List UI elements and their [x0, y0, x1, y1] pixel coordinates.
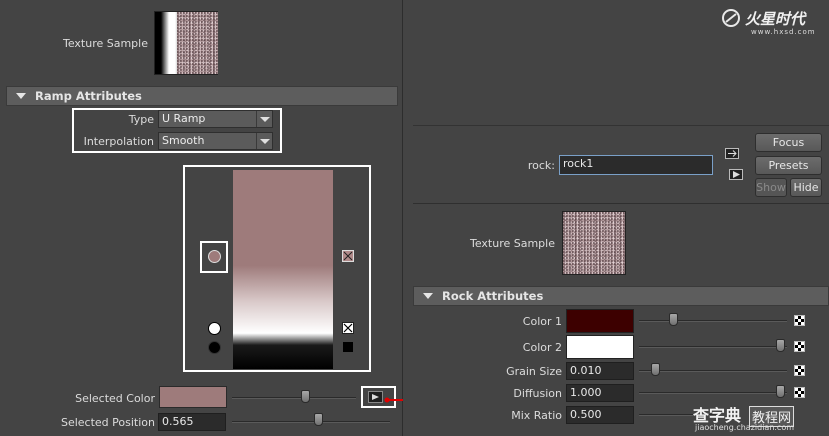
diffusion-field[interactable]: 1.000: [566, 384, 634, 402]
hxsd-logo-icon: [722, 9, 740, 27]
diffusion-map-checker-icon[interactable]: [794, 387, 805, 398]
output-connection-icon[interactable]: [729, 169, 743, 180]
ramp-attributes-header[interactable]: Ramp Attributes: [6, 86, 398, 106]
type-dropdown-value: U Ramp: [162, 112, 206, 125]
header-separator: [413, 203, 829, 204]
watermark-site: www.hxsd.com: [751, 28, 816, 36]
diffusion-slider-track[interactable]: [639, 392, 787, 394]
grain-size-slider-thumb[interactable]: [651, 363, 660, 376]
color1-swatch[interactable]: [566, 309, 634, 333]
color1-slider-track[interactable]: [639, 320, 787, 322]
node-name-field[interactable]: rock1: [559, 155, 713, 175]
watermark-brand: 火星时代: [745, 10, 806, 28]
interpolation-dropdown[interactable]: Smooth: [158, 132, 273, 150]
grain-size-slider-track[interactable]: [639, 370, 787, 372]
grain-size-field[interactable]: 0.010: [566, 362, 634, 380]
texture-sample-swatch[interactable]: [154, 11, 218, 75]
selected-position-field[interactable]: 0.565: [158, 413, 226, 431]
color2-map-checker-icon[interactable]: [794, 341, 805, 352]
ramp-attributes-title: Ramp Attributes: [35, 89, 142, 103]
diffusion-label: Diffusion: [513, 387, 562, 400]
delete-handle-icon[interactable]: [342, 250, 354, 262]
selected-position-slider-thumb[interactable]: [314, 413, 323, 426]
presets-button[interactable]: Presets: [755, 156, 822, 175]
ramp-handle-white[interactable]: [208, 322, 221, 335]
selected-position-label: Selected Position: [60, 416, 155, 429]
show-button[interactable]: Show: [755, 178, 787, 197]
collapse-triangle-icon: [423, 293, 433, 299]
selected-color-slider-thumb[interactable]: [301, 390, 310, 403]
delete-handle-icon[interactable]: [342, 322, 354, 334]
type-label: Type: [128, 113, 154, 126]
type-dropdown[interactable]: U Ramp: [158, 110, 273, 128]
interpolation-label: Interpolation: [83, 135, 154, 148]
mix-ratio-label: Mix Ratio: [511, 409, 562, 422]
diffusion-slider-thumb[interactable]: [776, 385, 785, 398]
grain-size-label: Grain Size: [506, 365, 562, 378]
input-connection-icon[interactable]: [725, 148, 739, 159]
hxsd-logo: 火星时代 www.hxsd.com: [721, 6, 825, 38]
color2-slider-thumb[interactable]: [776, 339, 785, 352]
grain-size-map-checker-icon[interactable]: [794, 365, 805, 376]
chevron-down-icon: [256, 111, 272, 127]
delete-handle-icon[interactable]: [342, 341, 354, 353]
hide-button[interactable]: Hide: [790, 178, 822, 197]
color1-slider-thumb[interactable]: [669, 313, 678, 326]
focus-button[interactable]: Focus: [755, 133, 822, 152]
right-panel: 火星时代 www.hxsd.com rock: rock1 Focus Pres…: [403, 0, 829, 436]
watermark-footer-url: jiaocheng.chazidian.com: [695, 423, 795, 432]
texture-noise: [177, 12, 218, 74]
color1-map-checker-icon[interactable]: [794, 315, 805, 326]
node-name-label: rock:: [527, 159, 555, 172]
chazidian-watermark: 查字典 教程网 jiaocheng.chazidian.com: [693, 400, 829, 436]
mix-ratio-field[interactable]: 0.500: [566, 406, 634, 424]
color2-swatch[interactable]: [566, 335, 634, 359]
rock-texture-sample-label: Texture Sample: [469, 237, 555, 250]
selected-color-swatch[interactable]: [159, 386, 227, 408]
color1-label: Color 1: [522, 315, 562, 328]
color2-label: Color 2: [522, 341, 562, 354]
rock-attributes-header[interactable]: Rock Attributes: [413, 286, 829, 306]
ramp-gradient[interactable]: [233, 170, 333, 369]
selected-color-label: Selected Color: [75, 392, 155, 405]
rock-attributes-title: Rock Attributes: [442, 289, 544, 303]
color2-slider-track[interactable]: [639, 346, 787, 348]
ramp-handle-selected[interactable]: [208, 250, 221, 263]
map-texture-button[interactable]: [368, 391, 383, 403]
interpolation-dropdown-value: Smooth: [162, 134, 205, 147]
chevron-down-icon: [256, 133, 272, 149]
left-panel: Texture Sample Ramp Attributes Type U Ra…: [0, 0, 402, 436]
texture-sample-label: Texture Sample: [62, 37, 148, 50]
selected-color-slider-track[interactable]: [232, 397, 356, 399]
ramp-handle-black[interactable]: [208, 341, 221, 354]
selected-position-slider-track[interactable]: [232, 421, 390, 423]
rock-texture-swatch[interactable]: [562, 211, 626, 275]
collapse-triangle-icon: [16, 93, 26, 99]
